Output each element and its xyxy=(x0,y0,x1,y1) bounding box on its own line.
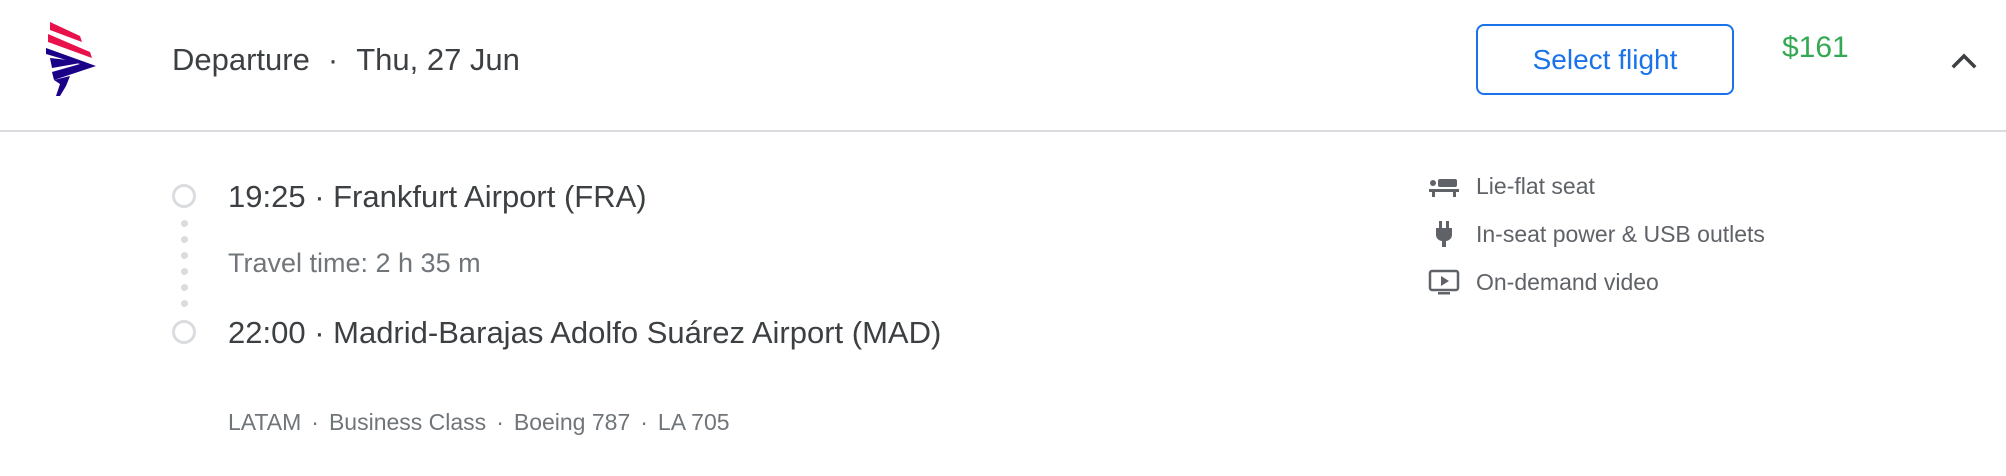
timeline-dot xyxy=(181,300,188,307)
latam-logo-icon xyxy=(46,22,96,96)
aircraft-type: Boeing 787 xyxy=(513,409,631,435)
airline-name: LATAM xyxy=(228,409,302,435)
flight-header[interactable]: Departure · Thu, 27 Jun Select flight $161 xyxy=(0,0,2006,132)
select-flight-button[interactable]: Select flight xyxy=(1476,24,1734,95)
amenity-label: Lie-flat seat xyxy=(1476,173,1595,199)
power-plug-icon xyxy=(1436,221,1452,247)
arrival-stop-marker xyxy=(172,320,196,344)
amenity-label: On-demand video xyxy=(1476,269,1659,295)
departure-label: Departure xyxy=(172,42,310,77)
chevron-up-icon[interactable] xyxy=(1944,42,1984,78)
flight-price: $161 xyxy=(1782,31,1849,64)
departure-date: Thu, 27 Jun xyxy=(356,42,520,77)
amenity-label: In-seat power & USB outlets xyxy=(1476,221,1765,247)
flight-details: LATAM · Business Class · Boeing 787 · LA 705 xyxy=(228,409,730,435)
timeline-dot xyxy=(181,252,188,259)
departure-stop-marker xyxy=(172,184,196,208)
lie-flat-seat-icon xyxy=(1429,179,1459,197)
timeline-dot xyxy=(181,220,188,227)
video-icon xyxy=(1428,269,1460,295)
departure-info: 19:25 · Frankfurt Airport (FRA) xyxy=(228,179,647,214)
cabin-class: Business Class xyxy=(328,409,487,435)
heading-separator: · xyxy=(327,42,339,77)
timeline-dot xyxy=(181,284,188,291)
flight-number: LA 705 xyxy=(657,409,730,435)
timeline-dot xyxy=(181,236,188,243)
travel-time: Travel time: 2 h 35 m xyxy=(228,248,481,278)
arrival-info: 22:00 · Madrid-Barajas Adolfo Suárez Air… xyxy=(228,315,942,350)
flight-heading: Departure · Thu, 27 Jun xyxy=(172,38,520,82)
timeline-dot xyxy=(181,268,188,275)
